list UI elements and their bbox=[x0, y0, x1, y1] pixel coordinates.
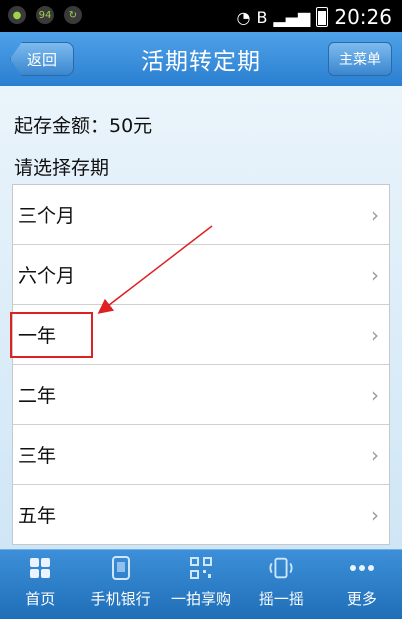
bottom-tab-bar: 首页 手机银行 一拍享购 摇一摇 更多 bbox=[0, 549, 402, 619]
badge-94-icon: 94 bbox=[36, 6, 54, 24]
min-amount-text: 起存金额：50元 bbox=[14, 115, 153, 137]
term-label: 二年 bbox=[18, 385, 57, 407]
main-menu-button[interactable]: 主菜单 bbox=[328, 42, 392, 76]
term-item-3-months[interactable]: 三个月 › bbox=[13, 185, 389, 245]
term-item-2-years[interactable]: 二年 › bbox=[13, 365, 389, 425]
shake-icon bbox=[268, 556, 294, 580]
sync-icon: ↻ bbox=[64, 6, 82, 24]
signal-icon: ▂▄▆ bbox=[273, 7, 311, 27]
chevron-right-icon: › bbox=[371, 322, 379, 347]
term-label: 六个月 bbox=[18, 265, 76, 287]
chevron-right-icon: › bbox=[371, 202, 379, 227]
more-icon bbox=[349, 556, 375, 580]
tab-label: 更多 bbox=[346, 590, 377, 608]
term-item-5-years[interactable]: 五年 › bbox=[13, 485, 389, 544]
bluetooth-letter: B bbox=[256, 7, 268, 27]
wifi-icon: ◔ bbox=[236, 7, 251, 27]
tab-label: 摇一摇 bbox=[258, 590, 304, 608]
phone-icon bbox=[108, 556, 134, 580]
term-label: 五年 bbox=[18, 505, 57, 527]
grid-icon bbox=[27, 556, 53, 580]
term-item-3-years[interactable]: 三年 › bbox=[13, 425, 389, 485]
app-icon: ● bbox=[8, 6, 26, 24]
tab-label: 手机银行 bbox=[90, 590, 151, 608]
notification-icons: ● 94 ↻ bbox=[8, 6, 82, 24]
chevron-right-icon: › bbox=[371, 382, 379, 407]
chevron-right-icon: › bbox=[371, 442, 379, 467]
term-label: 三个月 bbox=[18, 205, 76, 227]
term-label: 三年 bbox=[18, 445, 57, 467]
qr-icon bbox=[188, 556, 214, 580]
section-title: 请选择存期 bbox=[14, 157, 110, 179]
annotation-highlight-box bbox=[10, 312, 93, 358]
chevron-right-icon: › bbox=[371, 502, 379, 527]
app-header: 返回 活期转定期 主菜单 bbox=[0, 32, 402, 87]
tab-shake[interactable]: 摇一摇 bbox=[241, 550, 321, 619]
tab-more[interactable]: 更多 bbox=[322, 550, 402, 619]
tab-scan-buy[interactable]: 一拍享购 bbox=[161, 550, 241, 619]
tab-label: 首页 bbox=[25, 590, 56, 608]
tab-mobile-banking[interactable]: 手机银行 bbox=[80, 550, 160, 619]
term-item-6-months[interactable]: 六个月 › bbox=[13, 245, 389, 305]
battery-icon bbox=[316, 7, 329, 27]
tab-label: 一拍享购 bbox=[171, 590, 232, 608]
status-bar: ● 94 ↻ ◔ B ▂▄▆ 20:26 bbox=[0, 0, 402, 32]
tab-home[interactable]: 首页 bbox=[0, 550, 80, 619]
clock: 20:26 bbox=[334, 5, 392, 29]
term-list: 三个月 › 六个月 › 一年 › 二年 › 三年 › 五年 › bbox=[12, 184, 390, 545]
chevron-right-icon: › bbox=[371, 262, 379, 287]
